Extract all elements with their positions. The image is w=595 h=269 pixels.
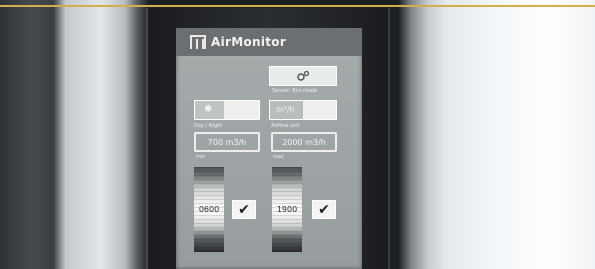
scene: AirMonitor Sensor: Eco mode ✱ Day / Nigh…	[0, 0, 595, 269]
accent-line	[0, 5, 595, 7]
day-night-label: Day / Night	[194, 123, 223, 129]
right-scroll-slider[interactable]: 1900	[272, 167, 302, 252]
right-slider-value: 1900	[276, 205, 298, 214]
confirm-right-button[interactable]: ✔	[312, 200, 336, 219]
unit-label: Airflow unit	[271, 123, 300, 129]
max-label: max	[273, 154, 284, 160]
max-airflow-value: 2000 m3/h	[282, 137, 326, 147]
touch-screen: AirMonitor Sensor: Eco mode ✱ Day / Nigh…	[176, 28, 362, 269]
app-titlebar: AirMonitor	[176, 28, 362, 56]
sun-icon: ✱	[204, 104, 213, 115]
day-night-toggle[interactable]: ✱	[194, 100, 260, 120]
check-icon: ✔	[238, 201, 250, 218]
unit-value: m³/h	[276, 105, 295, 114]
left-scroll-slider[interactable]: 0600	[194, 167, 224, 252]
sensor-button[interactable]	[269, 66, 337, 86]
min-airflow-field[interactable]: 700 m3/h	[194, 132, 260, 152]
gears-icon	[297, 70, 310, 81]
confirm-left-button[interactable]: ✔	[232, 200, 256, 219]
min-airflow-value: 700 m3/h	[207, 137, 247, 147]
check-icon: ✔	[318, 201, 330, 218]
max-airflow-field[interactable]: 2000 m3/h	[271, 132, 337, 152]
sensor-label: Sensor: Eco mode	[272, 88, 318, 94]
app-logo-icon	[190, 35, 206, 49]
app-title: AirMonitor	[211, 35, 287, 49]
min-label: min	[196, 154, 206, 160]
left-slider-value: 0600	[198, 205, 220, 214]
unit-toggle[interactable]: m³/h	[269, 100, 337, 120]
